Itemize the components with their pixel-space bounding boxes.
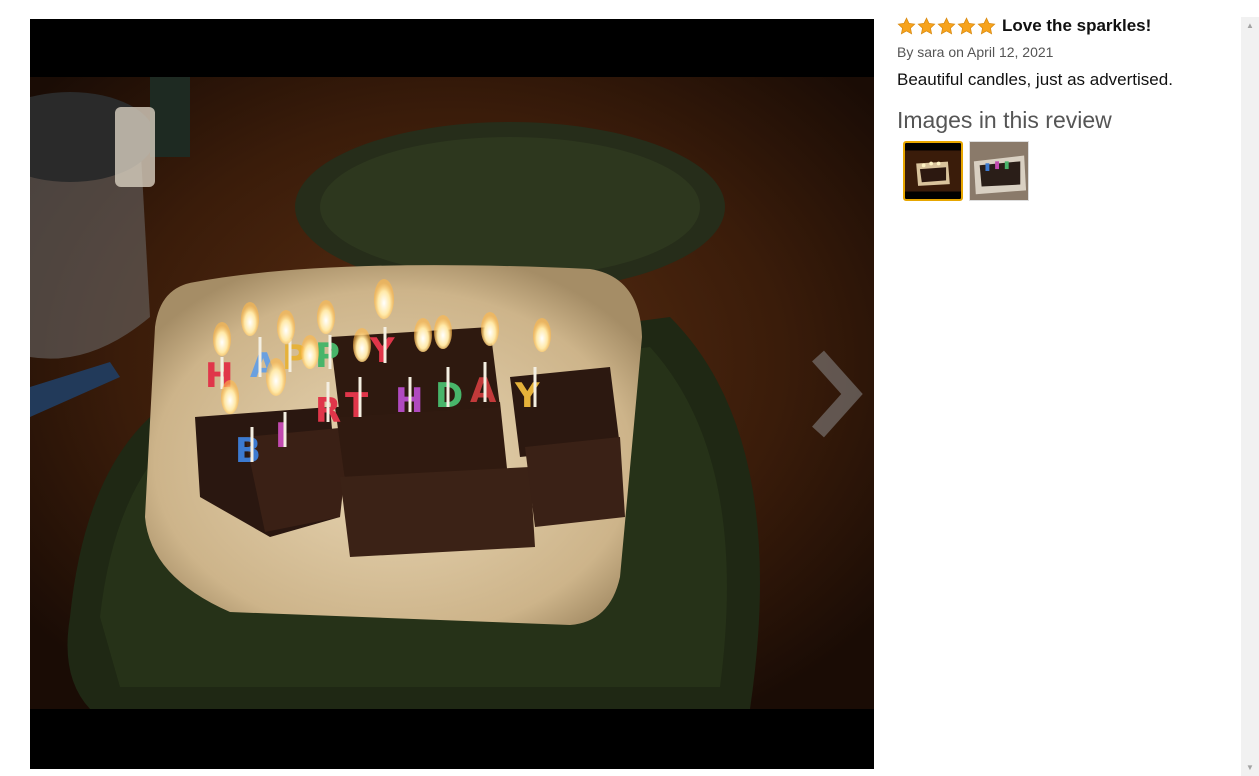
cake-photo-thumbnail-2-icon (970, 142, 1028, 200)
star-icon (897, 16, 916, 34)
review-image-popover: H A P P Y B I R T H D A Y (0, 0, 1259, 776)
review-byline: By sara on April 12, 2021 (897, 44, 1054, 60)
review-title[interactable]: Love the sparkles! (1002, 16, 1151, 36)
scroll-thumb[interactable] (1243, 34, 1257, 734)
star-icon (937, 16, 956, 34)
review-title-row: Love the sparkles! (897, 14, 1227, 38)
star-rating (897, 16, 997, 36)
cake-photo-thumbnail-icon (905, 143, 961, 199)
scroll-down-icon[interactable]: ▼ (1241, 759, 1259, 776)
thumbnail-strip (903, 141, 1227, 201)
images-heading: Images in this review (897, 107, 1112, 133)
star-icon (977, 16, 996, 34)
svg-text:Y: Y (369, 331, 395, 371)
vertical-scrollbar[interactable]: ▲ ▼ (1241, 17, 1259, 776)
star-icon (917, 16, 936, 34)
scroll-up-icon[interactable]: ▲ (1241, 17, 1259, 34)
svg-text:T: T (345, 386, 369, 426)
chevron-right-icon[interactable] (800, 344, 870, 444)
review-body: Beautiful candles, just as advertised. (897, 70, 1173, 89)
star-icon (957, 16, 976, 34)
review-photo: H A P P Y B I R T H D A Y (30, 77, 874, 709)
svg-text:B: B (235, 431, 261, 471)
image-viewer: H A P P Y B I R T H D A Y (30, 19, 874, 769)
thumbnail-1[interactable] (903, 141, 963, 201)
thumbnail-2[interactable] (969, 141, 1029, 201)
review-details: Love the sparkles! By sara on April 12, … (897, 14, 1227, 201)
